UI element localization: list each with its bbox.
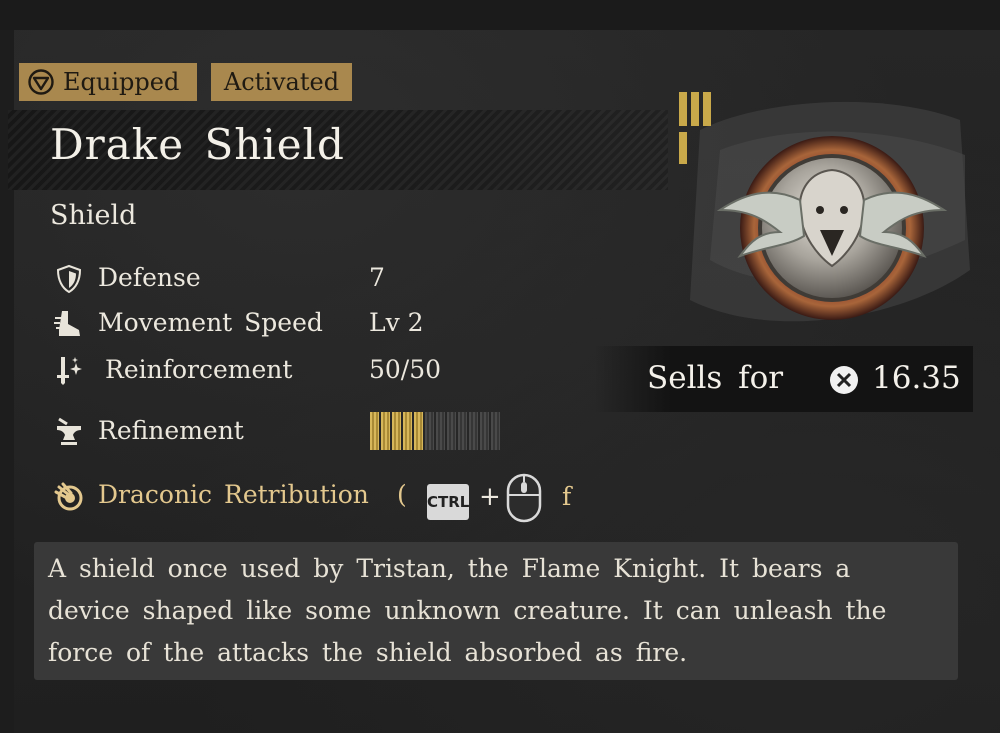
- anvil-refinement-icon: [57, 417, 81, 445]
- refinement-segment-empty: [469, 412, 478, 450]
- refinement-segment-empty: [425, 412, 434, 450]
- item-name: Drake Shield: [50, 120, 345, 169]
- refinement-segment-filled: [381, 412, 390, 450]
- refinement-segment-empty: [491, 412, 500, 450]
- refinement-segment-empty: [447, 412, 456, 450]
- stat-label-defense: Defense: [98, 263, 201, 292]
- mouse-icon: [506, 473, 542, 523]
- boot-speed-icon: [54, 311, 80, 336]
- refinement-segment-empty: [480, 412, 489, 450]
- item-category: Shield: [50, 200, 137, 231]
- activated-badge: Activated: [211, 63, 352, 101]
- top-strip: [0, 0, 1000, 30]
- refinement-segment-filled: [403, 412, 412, 450]
- drake-shield-image: [690, 101, 970, 322]
- equipped-badge: Equipped: [19, 63, 197, 101]
- stat-label-reinforcement: Reinforcement: [105, 355, 293, 384]
- stat-value-reinforcement: 50/50: [369, 355, 442, 384]
- stat-label-movement-speed: Movement Speed: [98, 308, 323, 337]
- sell-value: 16.35: [872, 360, 961, 396]
- activated-label: Activated: [223, 68, 340, 96]
- equipped-label: Equipped: [63, 68, 180, 96]
- refinement-gauge: [370, 412, 502, 450]
- reinforcement-icon: [57, 357, 82, 385]
- equipped-icon: [28, 69, 54, 95]
- shield-defense-icon: [56, 264, 82, 294]
- claw-skill-icon: [54, 482, 83, 511]
- ctrl-key: CTRL: [427, 484, 469, 520]
- stat-value-movement-speed: Lv 2: [369, 308, 424, 337]
- refinement-segment-empty: [436, 412, 445, 450]
- refinement-segment-filled: [414, 412, 423, 450]
- skill-name: Draconic Retribution: [98, 480, 369, 509]
- tally-marks-icon: [679, 92, 711, 164]
- refinement-segment-empty: [458, 412, 467, 450]
- skill-key-suffix: f: [562, 482, 572, 511]
- sell-label: Sells for: [647, 360, 784, 396]
- stat-value-defense: 7: [369, 263, 385, 292]
- skill-open-paren: (: [397, 480, 407, 509]
- item-description: A shield once used by Tristan, the Flame…: [48, 554, 887, 667]
- coin-icon: [830, 366, 858, 394]
- refinement-segment-filled: [392, 412, 401, 450]
- refinement-segment-filled: [370, 412, 379, 450]
- stat-label-refinement: Refinement: [98, 416, 244, 445]
- plus-sign: +: [479, 482, 501, 512]
